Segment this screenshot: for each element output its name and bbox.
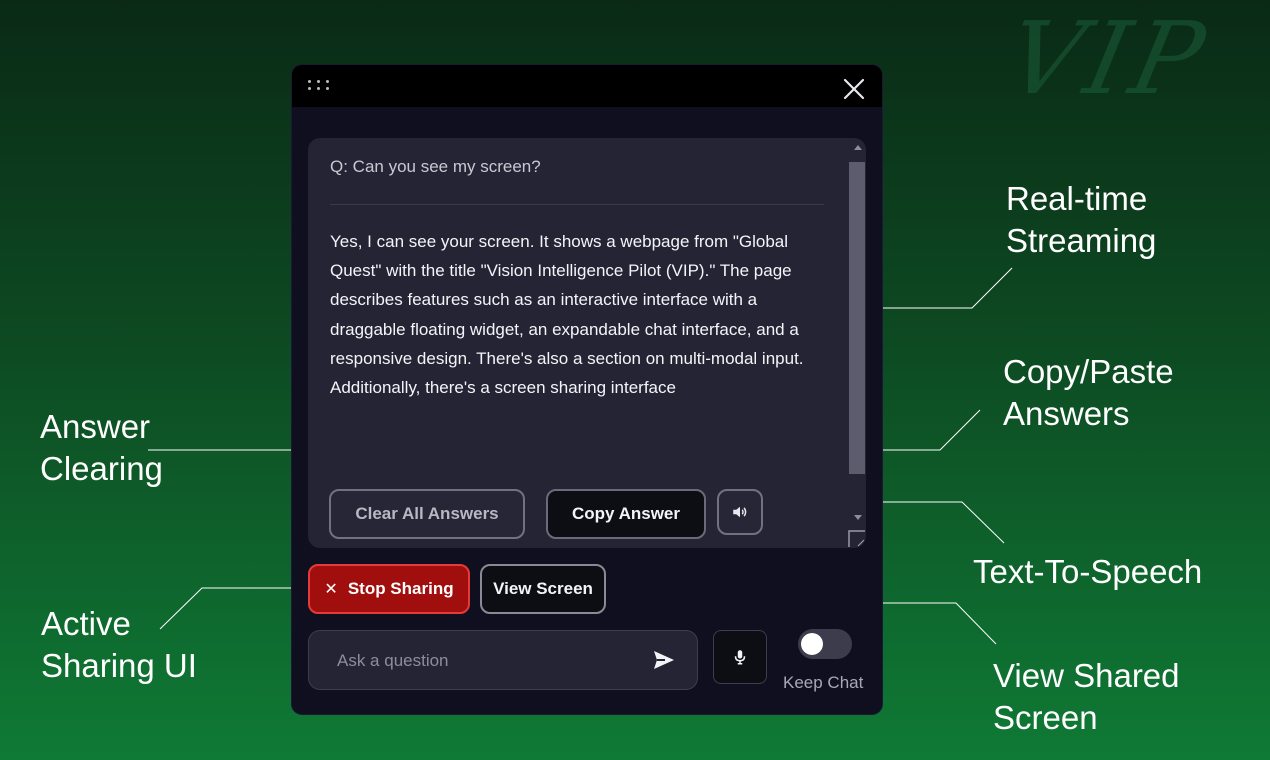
keep-chat-label: Keep Chat [783,673,864,692]
annotation-text: Answer [40,408,151,445]
toggle-knob [801,633,823,655]
clear-all-answers-button[interactable]: Clear All Answers [329,489,525,539]
annotation-text: Copy/Paste [1003,353,1174,390]
scroll-thumb[interactable] [849,162,865,474]
divider [330,204,824,205]
watermark-logo: VIP [997,0,1220,117]
ask-question-box [308,630,698,691]
text-to-speech-button[interactable] [717,489,763,535]
close-icon[interactable] [842,77,866,101]
widget-titlebar[interactable] [292,65,882,107]
stop-sharing-button[interactable]: ✕ Stop Sharing [308,564,470,614]
annotation-text: Answers [1003,395,1130,432]
question-text: Q: Can you see my screen? [330,157,541,176]
view-screen-button[interactable]: View Screen [480,564,606,614]
annotation-text-to-speech: Text-To-Speech [973,551,1202,593]
annotation-view-shared-screen: View Shared Screen [993,655,1180,739]
ask-question-input[interactable] [335,631,639,691]
annotation-text: Real-time [1006,180,1148,217]
annotation-copy-paste: Copy/Paste Answers [1003,351,1174,435]
annotation-text: Clearing [40,450,163,487]
copy-answer-button[interactable]: Copy Answer [546,489,706,539]
annotation-text: Streaming [1006,222,1157,259]
microphone-button[interactable] [713,630,767,684]
annotation-text: Text-To-Speech [973,553,1203,590]
answer-text: Yes, I can see your screen. It shows a w… [330,232,804,398]
speaker-icon [733,506,747,518]
answer-panel: Q: Can you see my screen? Yes, I can see… [308,138,866,548]
annotation-text: View Shared [993,657,1180,694]
drag-handle-icon[interactable] [308,80,330,90]
annotation-realtime-streaming: Real-time Streaming [1006,178,1156,262]
annotation-active-sharing: Active Sharing UI [41,603,197,687]
annotation-answer-clearing: Answer Clearing [40,406,163,490]
resize-grip-icon[interactable] [848,530,866,548]
scroll-up-arrow-icon[interactable] [854,145,862,150]
close-icon: ✕ [324,581,338,598]
annotation-text: Active [41,605,131,642]
send-icon[interactable] [653,650,675,670]
assistant-widget: Q: Can you see my screen? Yes, I can see… [292,65,882,714]
stop-sharing-label: Stop Sharing [347,579,454,598]
mic-icon [734,650,746,665]
annotation-text: Sharing UI [41,647,197,684]
scrollbar[interactable] [848,138,866,548]
scroll-down-arrow-icon[interactable] [854,515,862,520]
annotation-text: Screen [993,699,1098,736]
keep-chat-toggle[interactable] [798,629,852,659]
